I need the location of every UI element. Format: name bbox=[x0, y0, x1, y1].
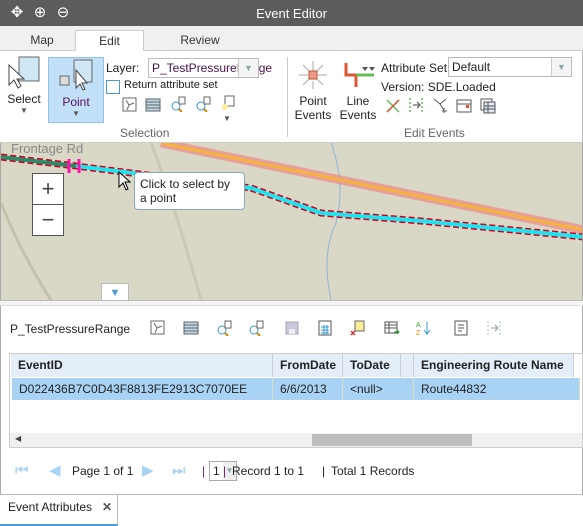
svg-text:A: A bbox=[416, 322, 421, 329]
retire-event-icon[interactable] bbox=[385, 98, 401, 114]
chevron-down-icon: ▼ bbox=[109, 287, 121, 299]
title-bar: ✥ ⊕ ⊖ Event Editor bbox=[0, 0, 583, 26]
extend-event-icon[interactable] bbox=[408, 97, 424, 113]
group-divider bbox=[287, 57, 288, 137]
field-list-icon[interactable] bbox=[453, 320, 469, 336]
first-page-icon[interactable]: ⏮ bbox=[15, 462, 29, 480]
page-text: Page 1 of 1 bbox=[72, 464, 134, 478]
export-table-icon[interactable] bbox=[384, 320, 400, 336]
zoom-to-selected-icon[interactable] bbox=[170, 96, 186, 112]
record-text: Record 1 to 1 bbox=[232, 464, 305, 478]
separator: | bbox=[202, 464, 206, 478]
point-select-button[interactable]: Point ▼ bbox=[48, 57, 104, 123]
map-view[interactable]: Frontage Rd bbox=[0, 143, 583, 300]
zoom-to-selected-icon[interactable] bbox=[216, 320, 232, 336]
dropdown-arrow-icon: ▼ bbox=[20, 106, 28, 115]
version-text: Version: SDE.Loaded bbox=[381, 80, 496, 94]
last-page-icon[interactable]: ⏭ bbox=[172, 462, 186, 480]
attribute-set-label: Attribute Set: bbox=[381, 61, 451, 75]
attribute-set-select[interactable]: Default ▼ bbox=[448, 57, 572, 77]
selection-group-label: Selection bbox=[120, 126, 170, 140]
split-event-icon[interactable] bbox=[432, 97, 448, 113]
cursor-icon bbox=[118, 171, 132, 191]
scrollbar-thumb[interactable] bbox=[312, 434, 472, 446]
column-header-gap bbox=[401, 354, 414, 377]
column-header-route-name[interactable]: Engineering Route Name bbox=[414, 354, 574, 377]
tab-review[interactable]: Review bbox=[150, 30, 250, 51]
prev-page-icon[interactable]: ◀ bbox=[49, 462, 61, 480]
chevron-down-icon: ▼ bbox=[238, 59, 258, 77]
horizontal-scrollbar[interactable]: ◀ bbox=[10, 433, 582, 447]
pan-to-selected-icon[interactable] bbox=[195, 96, 211, 112]
select-button[interactable]: Select ▼ bbox=[4, 55, 44, 119]
chevron-down-icon: ▼ bbox=[551, 58, 571, 76]
next-page-icon[interactable]: ▶ bbox=[142, 462, 154, 480]
tab-bar: Map Edit Review bbox=[0, 26, 583, 52]
extend-event-icon[interactable] bbox=[486, 320, 502, 336]
sort-az-icon[interactable]: AZ bbox=[416, 320, 432, 336]
zoom-control: + − bbox=[32, 173, 64, 236]
calculator-icon[interactable] bbox=[317, 320, 333, 336]
map-canvas bbox=[1, 143, 582, 300]
return-attribute-set-checkbox[interactable] bbox=[106, 80, 120, 94]
column-header-eventid[interactable]: EventID bbox=[11, 354, 273, 377]
select-icon bbox=[8, 56, 40, 89]
map-tooltip: Click to select by a point bbox=[134, 172, 245, 210]
road-label: Frontage Rd bbox=[11, 143, 84, 156]
tab-map[interactable]: Map bbox=[10, 30, 74, 51]
ribbon: Select ▼ Point ▼ Layer: P_TestPressureRa… bbox=[0, 51, 583, 143]
delete-record-icon[interactable] bbox=[350, 320, 366, 336]
select-by-shape-icon[interactable] bbox=[150, 320, 166, 336]
select-by-shape-icon[interactable] bbox=[122, 97, 138, 113]
total-text: Total 1 Records bbox=[331, 464, 415, 478]
svg-text:Z: Z bbox=[416, 330, 421, 336]
table-icon[interactable] bbox=[145, 97, 161, 113]
point-select-icon bbox=[59, 59, 93, 91]
edit-attributes-icon[interactable] bbox=[456, 98, 472, 114]
zoom-out-button[interactable]: − bbox=[33, 205, 63, 236]
dropdown-arrow-icon[interactable]: ▼ bbox=[223, 114, 231, 123]
zoom-in-button[interactable]: + bbox=[33, 174, 63, 205]
return-attribute-set-label: Return attribute set bbox=[124, 79, 218, 91]
point-event-icon bbox=[299, 61, 327, 89]
pan-to-selected-icon[interactable] bbox=[248, 320, 264, 336]
clear-selection-icon[interactable] bbox=[220, 95, 236, 111]
dropdown-arrow-icon: ▼ bbox=[72, 109, 80, 118]
attribute-table: EventID FromDate ToDate Engineering Rout… bbox=[9, 353, 583, 448]
separator: | bbox=[223, 464, 227, 478]
window-title: Event Editor bbox=[256, 6, 327, 21]
table-icon[interactable] bbox=[183, 320, 199, 336]
separator: | bbox=[322, 464, 326, 478]
cell-route-name: Route44832 bbox=[414, 378, 580, 400]
point-events-button[interactable]: Point Events bbox=[293, 59, 333, 123]
layer-label: Layer: bbox=[106, 61, 140, 75]
collapse-panel-button[interactable]: ▼ bbox=[101, 283, 129, 301]
attribute-layer-name: P_TestPressureRange bbox=[10, 322, 131, 336]
line-event-icon bbox=[344, 63, 375, 87]
event-table-icon[interactable] bbox=[480, 98, 496, 114]
cell-fromdate: 6/6/2013 bbox=[273, 378, 343, 400]
close-icon[interactable]: ✕ bbox=[102, 500, 112, 514]
tab-event-attributes[interactable]: Event Attributes ✕ bbox=[0, 495, 118, 526]
layer-select[interactable]: P_TestPressureRange ▼ bbox=[148, 58, 272, 78]
column-header-fromdate[interactable]: FromDate bbox=[273, 354, 343, 377]
cell-eventid: D022436B7C0D43F8813FE2913C7070EE bbox=[12, 378, 273, 400]
line-events-button[interactable]: Line Events bbox=[337, 59, 379, 123]
tab-edit[interactable]: Edit bbox=[75, 30, 144, 52]
bottom-tab-bar: Event Attributes ✕ bbox=[0, 494, 583, 526]
column-header-todate[interactable]: ToDate bbox=[343, 354, 401, 377]
cell-todate: <null> bbox=[343, 378, 414, 400]
edit-events-group-label: Edit Events bbox=[404, 126, 465, 140]
save-icon[interactable] bbox=[284, 320, 300, 336]
scroll-left-icon[interactable]: ◀ bbox=[15, 434, 21, 443]
